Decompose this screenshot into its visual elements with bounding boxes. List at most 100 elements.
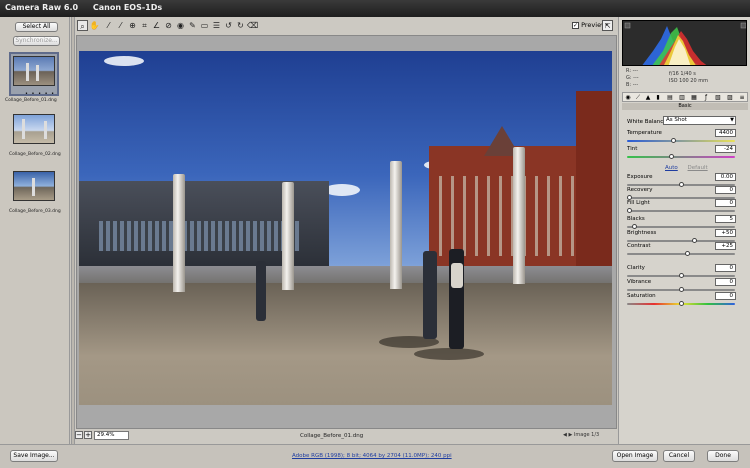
slider-thumb[interactable] [668, 154, 674, 159]
thumbnail[interactable] [9, 110, 59, 154]
slider-value-field[interactable]: 0 [715, 278, 736, 286]
slider-thumb[interactable] [679, 273, 684, 278]
split-toning-tab-icon[interactable]: ▤ [666, 94, 674, 101]
white-balance-select[interactable]: As Shot ▼ [663, 116, 736, 125]
rotate-right-icon[interactable]: ↻ [235, 20, 246, 31]
slider-value-field[interactable]: 0.00 [715, 173, 736, 181]
lens-corrections-tab-icon[interactable]: ▥ [678, 94, 686, 101]
color-sampler-icon[interactable]: ⁄ [115, 20, 126, 31]
red-readout: R: --- [626, 68, 639, 74]
auto-link[interactable]: Auto [665, 165, 678, 171]
graduated-filter-icon[interactable]: ▭ [199, 20, 210, 31]
spot-removal-icon[interactable]: ⊘ [163, 20, 174, 31]
slider-track[interactable] [627, 210, 735, 212]
red-eye-icon[interactable]: ◉ [175, 20, 186, 31]
thumbnail-label: Collage_Before_03.dng [9, 209, 61, 214]
slider-track[interactable] [627, 140, 735, 142]
open-image-button[interactable]: Open Image [612, 450, 658, 462]
zoom-icon[interactable]: ⌕ [77, 20, 88, 31]
toolbar: ⌕ ✋ ⁄ ⁄ ⊕ ⌗ ∠ ⊘ ◉ ✎ ▭ ☰ ↺ ↻ ⌫ [76, 17, 616, 35]
slider-value-field[interactable]: -24 [715, 145, 736, 153]
slider-label: Saturation [627, 293, 656, 299]
rotate-left-icon[interactable]: ↺ [223, 20, 234, 31]
adjustment-brush-icon[interactable]: ✎ [187, 20, 198, 31]
default-link[interactable]: Default [688, 165, 708, 171]
slider-value-field[interactable]: 0 [715, 199, 736, 207]
slider-thumb[interactable] [670, 138, 676, 143]
section-title: Basic [622, 103, 748, 110]
slider-label: Brightness [627, 230, 657, 236]
thumbnail-selected[interactable]: • • • • • [9, 52, 59, 97]
straighten-icon[interactable]: ∠ [151, 20, 162, 31]
snapshots-tab-icon[interactable]: ▨ [726, 94, 734, 101]
rating-dots[interactable]: • • • • • [25, 91, 55, 97]
hsl-tab-icon[interactable]: ▮ [654, 94, 662, 101]
slider-value-field[interactable]: 0 [715, 264, 736, 272]
cancel-button[interactable]: Cancel [663, 450, 695, 462]
slider-thumb[interactable] [679, 182, 684, 187]
tone-curve-tab-icon[interactable]: ⟋ [634, 94, 642, 101]
slider-value-field[interactable]: +50 [715, 229, 736, 237]
slider-label: Blacks [627, 216, 645, 222]
aperture-shutter: f/16 1/40 s [669, 71, 696, 77]
slider-label: Clarity [627, 265, 645, 271]
footer: Save Image... Adobe RGB (1998); 8 bit; 4… [0, 444, 750, 468]
zoom-out-icon[interactable]: − [75, 431, 83, 439]
synchronize-button[interactable]: Synchronize... [13, 36, 60, 46]
zoom-in-icon[interactable]: + [84, 431, 92, 439]
hand-icon[interactable]: ✋ [89, 20, 100, 31]
thumbnail[interactable] [9, 167, 59, 211]
save-image-button[interactable]: Save Image... [10, 450, 58, 462]
slider-track[interactable] [627, 156, 735, 158]
slider-value-field[interactable]: 0 [715, 292, 736, 300]
fullscreen-icon[interactable]: ⇱ [602, 20, 613, 31]
next-image-icon[interactable]: ▶ [568, 432, 572, 438]
slider-thumb[interactable] [692, 238, 697, 243]
white-balance-icon[interactable]: ⁄ [103, 20, 114, 31]
workflow-options-link[interactable]: Adobe RGB (1998); 8 bit; 4064 by 2704 (1… [292, 453, 452, 459]
zoom-select[interactable]: 29.4% [94, 431, 129, 440]
histogram [622, 20, 747, 66]
filmstrip-splitter[interactable] [71, 17, 75, 444]
slider-thumb[interactable] [679, 287, 684, 292]
canvas-filename: Collage_Before_01.dng [300, 433, 364, 439]
slider-label: Fill Light [627, 200, 650, 206]
select-all-button[interactable]: Select All [15, 22, 58, 32]
prev-image-icon[interactable]: ◀ [563, 432, 567, 438]
camera-calibration-tab-icon[interactable]: ƒ [702, 94, 710, 101]
preferences-icon[interactable]: ☰ [211, 20, 222, 31]
slider-track[interactable] [627, 253, 735, 255]
slider-label: Tint [627, 146, 638, 152]
zoom-control: − + 29.4% [75, 431, 165, 441]
done-button[interactable]: Done [707, 450, 739, 462]
crop-icon[interactable]: ⌗ [139, 20, 150, 31]
detail-tab-icon[interactable]: ▲ [644, 94, 652, 101]
trash-icon[interactable]: ⌫ [247, 20, 258, 31]
effects-tab-icon[interactable]: ▦ [690, 94, 698, 101]
filmstrip-item[interactable]: Collage_Before_03.dng [9, 167, 61, 214]
slider-thumb[interactable] [685, 251, 691, 256]
slider-label: Contrast [627, 243, 651, 249]
slider-thumb[interactable] [632, 224, 638, 229]
filmstrip-item[interactable]: Collage_Before_02.dng [9, 110, 61, 157]
checkbox-check-icon[interactable]: ✓ [572, 21, 579, 29]
basic-tab-icon[interactable]: ◉ [624, 94, 632, 101]
filmstrip-item[interactable]: • • • • • Collage_Before_01.dng [5, 52, 61, 103]
slider-value-field[interactable]: 5 [715, 215, 736, 223]
presets-tab-icon[interactable]: ▧ [714, 94, 722, 101]
slider-track[interactable] [627, 226, 735, 228]
preview-image[interactable] [79, 51, 612, 405]
blue-readout: B: --- [626, 82, 639, 88]
title-bar: Camera Raw 6.0 Canon EOS-1Ds [0, 0, 750, 17]
slider-thumb[interactable] [679, 301, 684, 306]
slider-value-field[interactable]: +25 [715, 242, 736, 250]
target-adjust-icon[interactable]: ⊕ [127, 20, 138, 31]
slider-value-field[interactable]: 0 [715, 186, 736, 194]
app-title: Camera Raw 6.0 [5, 3, 79, 12]
image-canvas[interactable] [76, 35, 617, 429]
panel-menu-icon[interactable]: ≡ [738, 94, 746, 101]
slider-value-field[interactable]: 4400 [715, 129, 736, 137]
thumbnail-image [13, 171, 55, 201]
slider-thumb[interactable] [627, 208, 632, 213]
iso-focal: ISO 100 20 mm [669, 78, 708, 84]
